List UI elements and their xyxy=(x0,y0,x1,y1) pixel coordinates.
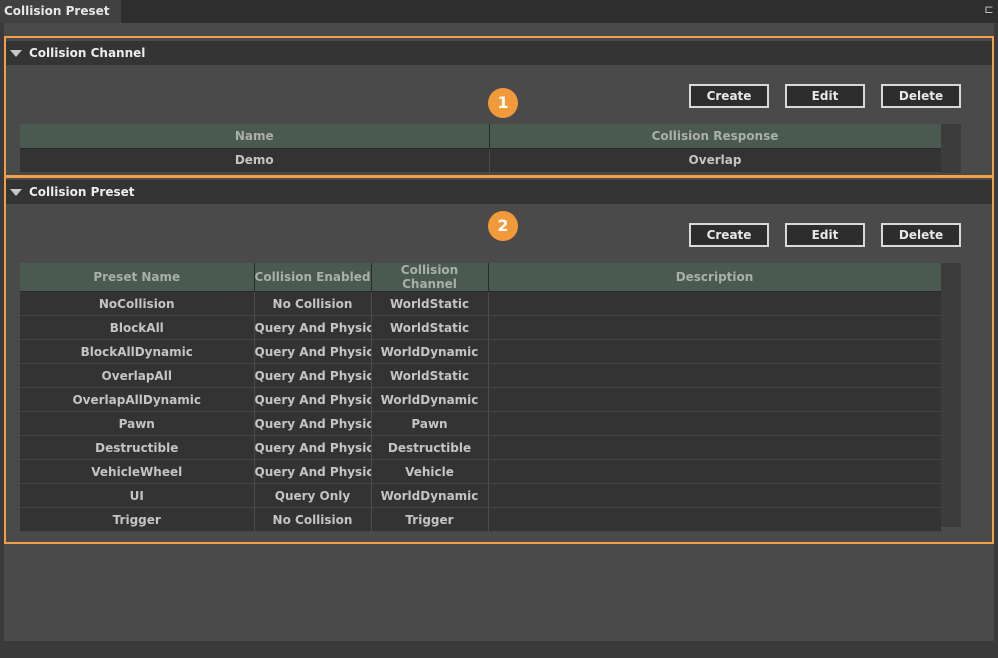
collision-channel-cell: WorldDynamic xyxy=(371,483,489,508)
column-header-description[interactable]: Description xyxy=(488,263,942,292)
collapse-caret-icon[interactable] xyxy=(10,50,22,57)
collision-preset-panel: Collision Channel 1 Create Edit Delete N… xyxy=(4,23,994,641)
preset-name-cell: BlockAllDynamic xyxy=(20,339,255,364)
collision-preset-table: Preset Name Collision Enabled Collision … xyxy=(20,263,942,532)
collision-channel-cell: WorldDynamic xyxy=(371,387,489,412)
description-cell xyxy=(488,387,942,412)
preset-name-cell: NoCollision xyxy=(20,291,255,316)
collision-channel-cell: Destructible xyxy=(371,435,489,460)
table-row[interactable]: NoCollision No Collision WorldStatic xyxy=(20,291,942,316)
description-cell xyxy=(488,435,942,460)
collision-preset-header[interactable]: Collision Preset xyxy=(4,180,994,204)
collision-enabled-cell: Query And Physics xyxy=(254,339,372,364)
preset-name-cell: Destructible xyxy=(20,435,255,460)
collision-enabled-cell: No Collision xyxy=(254,507,372,532)
tab-bar: Collision Preset ⊏ xyxy=(0,0,998,23)
channel-create-button[interactable]: Create xyxy=(689,84,769,108)
preset-name-cell: Trigger xyxy=(20,507,255,532)
channel-table-scrollbar[interactable] xyxy=(941,124,961,173)
table-row[interactable]: Trigger No Collision Trigger xyxy=(20,507,942,532)
collision-channel-title: Collision Channel xyxy=(29,46,146,60)
collision-enabled-cell: Query And Physics xyxy=(254,459,372,484)
collision-channel-cell: WorldStatic xyxy=(371,291,489,316)
collapse-caret-icon[interactable] xyxy=(10,189,22,196)
collision-channel-cell: WorldStatic xyxy=(371,315,489,340)
preset-name-cell: Pawn xyxy=(20,411,255,436)
collision-enabled-cell: Query And Physics xyxy=(254,435,372,460)
table-row[interactable]: Destructible Query And Physics Destructi… xyxy=(20,435,942,460)
collision-enabled-cell: Query And Physics xyxy=(254,315,372,340)
preset-name-cell: VehicleWheel xyxy=(20,459,255,484)
collision-enabled-cell: No Collision xyxy=(254,291,372,316)
preset-delete-button[interactable]: Delete xyxy=(881,223,961,247)
status-strip xyxy=(0,641,998,658)
channel-name-cell: Demo xyxy=(20,148,490,173)
preset-name-cell: UI xyxy=(20,483,255,508)
callout-badge-2: 2 xyxy=(488,211,518,241)
collision-channel-cell: Vehicle xyxy=(371,459,489,484)
column-header-collision-response[interactable]: Collision Response xyxy=(489,124,942,149)
collision-channel-table: Name Collision Response Demo Overlap xyxy=(20,124,942,173)
table-row[interactable]: BlockAll Query And Physics WorldStatic xyxy=(20,315,942,340)
description-cell xyxy=(488,363,942,388)
preset-name-cell: BlockAll xyxy=(20,315,255,340)
preset-create-button[interactable]: Create xyxy=(689,223,769,247)
channel-response-cell: Overlap xyxy=(489,148,942,173)
table-row[interactable]: BlockAllDynamic Query And Physics WorldD… xyxy=(20,339,942,364)
table-row[interactable]: Demo Overlap xyxy=(20,148,942,173)
collision-channel-cell: WorldStatic xyxy=(371,363,489,388)
description-cell xyxy=(488,411,942,436)
collision-channel-cell: WorldDynamic xyxy=(371,339,489,364)
table-row[interactable]: OverlapAll Query And Physics WorldStatic xyxy=(20,363,942,388)
tab-collision-preset[interactable]: Collision Preset xyxy=(0,0,121,23)
collision-enabled-cell: Query And Physics xyxy=(254,363,372,388)
table-row[interactable]: UI Query Only WorldDynamic xyxy=(20,483,942,508)
table-row[interactable]: VehicleWheel Query And Physics Vehicle xyxy=(20,459,942,484)
collision-channel-cell: Trigger xyxy=(371,507,489,532)
collision-enabled-cell: Query And Physics xyxy=(254,387,372,412)
column-header-collision-channel[interactable]: Collision Channel xyxy=(371,263,489,292)
preset-edit-button[interactable]: Edit xyxy=(785,223,865,247)
description-cell xyxy=(488,507,942,532)
preset-table-scrollbar[interactable] xyxy=(941,263,961,527)
preset-name-cell: OverlapAll xyxy=(20,363,255,388)
channel-delete-button[interactable]: Delete xyxy=(881,84,961,108)
column-header-preset-name[interactable]: Preset Name xyxy=(20,263,255,292)
table-header-row: Name Collision Response xyxy=(20,124,942,149)
description-cell xyxy=(488,291,942,316)
table-row[interactable]: OverlapAllDynamic Query And Physics Worl… xyxy=(20,387,942,412)
table-row[interactable]: Pawn Query And Physics Pawn xyxy=(20,411,942,436)
dock-icon[interactable]: ⊏ xyxy=(982,3,996,17)
description-cell xyxy=(488,483,942,508)
table-header-row: Preset Name Collision Enabled Collision … xyxy=(20,263,942,292)
column-header-collision-enabled[interactable]: Collision Enabled xyxy=(254,263,372,292)
callout-badge-1: 1 xyxy=(488,88,518,118)
collision-enabled-cell: Query And Physics xyxy=(254,411,372,436)
collision-enabled-cell: Query Only xyxy=(254,483,372,508)
collision-preset-title: Collision Preset xyxy=(29,185,135,199)
collision-channel-header[interactable]: Collision Channel xyxy=(4,41,994,65)
description-cell xyxy=(488,459,942,484)
description-cell xyxy=(488,315,942,340)
description-cell xyxy=(488,339,942,364)
preset-name-cell: OverlapAllDynamic xyxy=(20,387,255,412)
channel-edit-button[interactable]: Edit xyxy=(785,84,865,108)
column-header-name[interactable]: Name xyxy=(20,124,490,149)
collision-channel-cell: Pawn xyxy=(371,411,489,436)
